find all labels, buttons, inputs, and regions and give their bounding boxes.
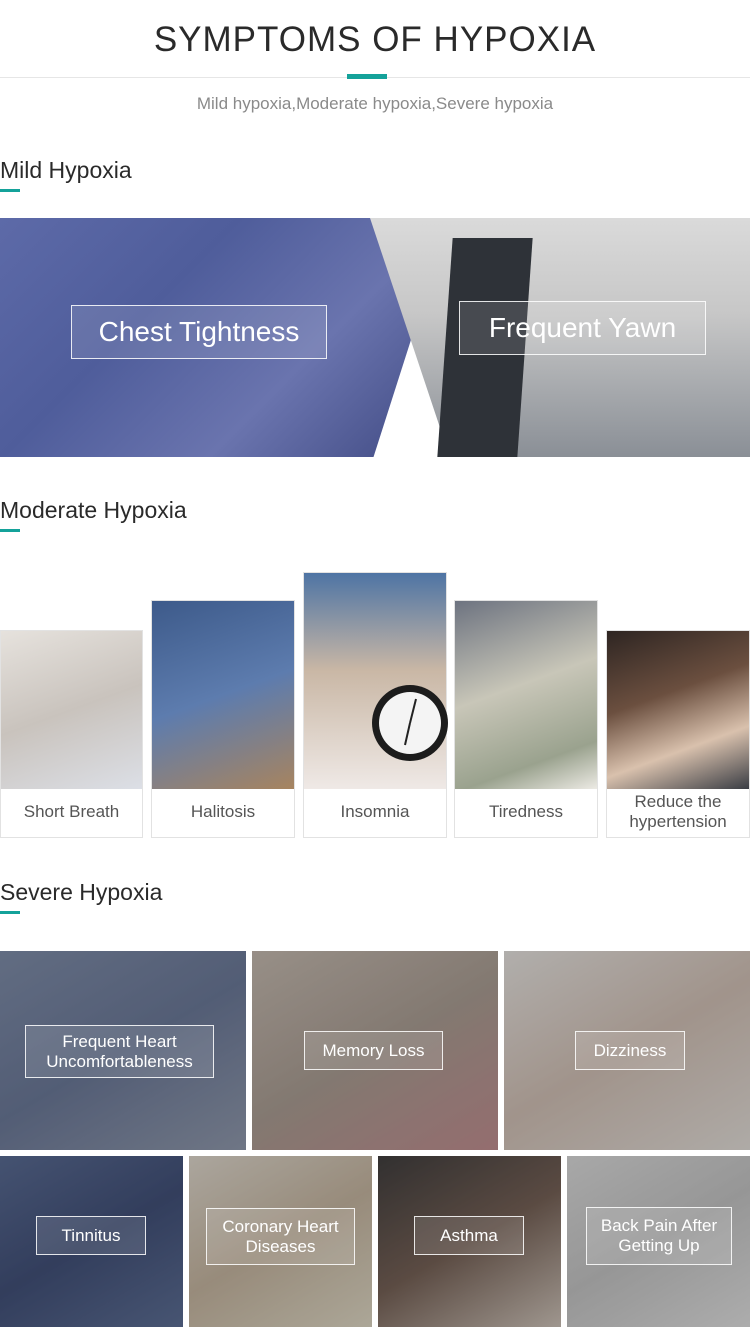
card-caption: Reduce the hypertension (629, 791, 727, 831)
severe-heading: Severe Hypoxia (0, 879, 163, 905)
dizziness-label: Dizziness (575, 1031, 685, 1070)
moderate-card: Short Breath (0, 630, 143, 838)
moderate-card: Reduce the hypertension (606, 630, 750, 838)
card-caption: Tiredness (488, 801, 563, 821)
mild-heading: Mild Hypoxia (0, 157, 132, 183)
card-caption: Short Breath (23, 801, 120, 821)
moderate-card: Halitosis (151, 600, 295, 838)
title-accent-bar (347, 74, 387, 79)
chest-tightness-label: Chest Tightness (71, 305, 327, 359)
alarm-clock-icon (372, 685, 448, 761)
heart-discomfort-label: Frequent Heart Uncomfortableness (25, 1025, 214, 1078)
card-caption: Insomnia (340, 801, 410, 821)
moderate-heading: Moderate Hypoxia (0, 497, 187, 523)
moderate-card: Insomnia (303, 572, 448, 838)
asthma-label: Asthma (414, 1216, 524, 1255)
coronary-heart-label: Coronary Heart Diseases (206, 1208, 355, 1265)
memory-loss-label: Memory Loss (304, 1031, 443, 1070)
insomnia-photo (304, 573, 448, 789)
short-breath-photo (1, 631, 142, 789)
severe-heading-underline (0, 911, 20, 914)
tiredness-photo (455, 601, 597, 789)
halitosis-photo (152, 601, 294, 789)
page-title: SYMPTOMS OF HYPOXIA (153, 20, 597, 59)
back-pain-label: Back Pain After Getting Up (586, 1207, 732, 1265)
tinnitus-label: Tinnitus (36, 1216, 146, 1255)
page-subtitle: Mild hypoxia,Moderate hypoxia,Severe hyp… (196, 94, 554, 113)
moderate-card: Tiredness (454, 600, 598, 838)
frequent-yawn-label: Frequent Yawn (459, 301, 706, 355)
moderate-heading-underline (0, 529, 20, 532)
page-header: SYMPTOMS OF HYPOXIA (0, 0, 750, 79)
mild-heading-underline (0, 189, 20, 192)
hypertension-photo (607, 631, 749, 789)
card-caption: Halitosis (190, 801, 256, 821)
